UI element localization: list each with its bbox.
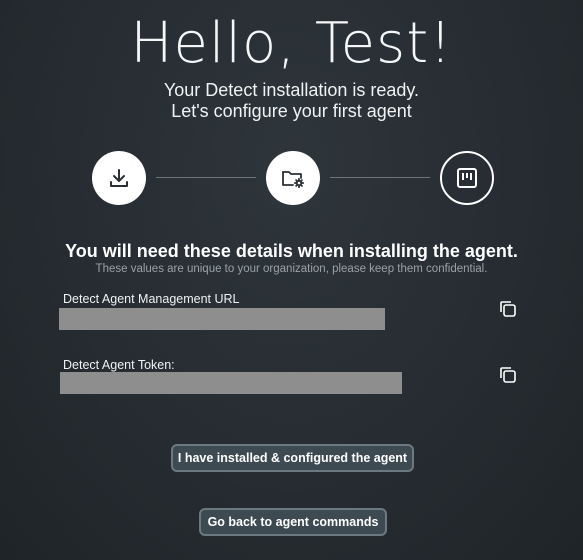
management-url-value-redacted [59, 308, 385, 330]
agent-board-icon [457, 168, 477, 188]
greeting-title: Hello, Test! [130, 11, 453, 76]
installed-configured-button[interactable]: I have installed & configured the agent [171, 444, 414, 472]
step-connector [156, 177, 256, 178]
copy-token-button[interactable] [497, 364, 519, 386]
details-title: You will need these details when install… [65, 241, 518, 261]
copy-icon [500, 367, 516, 383]
subtitle-ready: Your Detect installation is ready. [163, 80, 420, 100]
back-to-agent-commands-button[interactable]: Go back to agent commands [199, 508, 387, 536]
step-configure [266, 151, 320, 205]
agent-token-label: Detect Agent Token: [63, 358, 175, 372]
copy-url-button[interactable] [497, 298, 519, 320]
management-url-label: Detect Agent Management URL [63, 292, 240, 306]
copy-icon [500, 301, 516, 317]
setup-stepper [92, 151, 494, 205]
agent-token-value-redacted [60, 372, 402, 394]
subtitle-configure: Let's configure your first agent [171, 101, 412, 121]
step-download [92, 151, 146, 205]
details-note: These values are unique to your organiza… [95, 263, 488, 275]
step-agent [440, 151, 494, 205]
step-connector [330, 177, 430, 178]
folder-settings-icon [282, 171, 305, 189]
download-icon [110, 169, 128, 187]
